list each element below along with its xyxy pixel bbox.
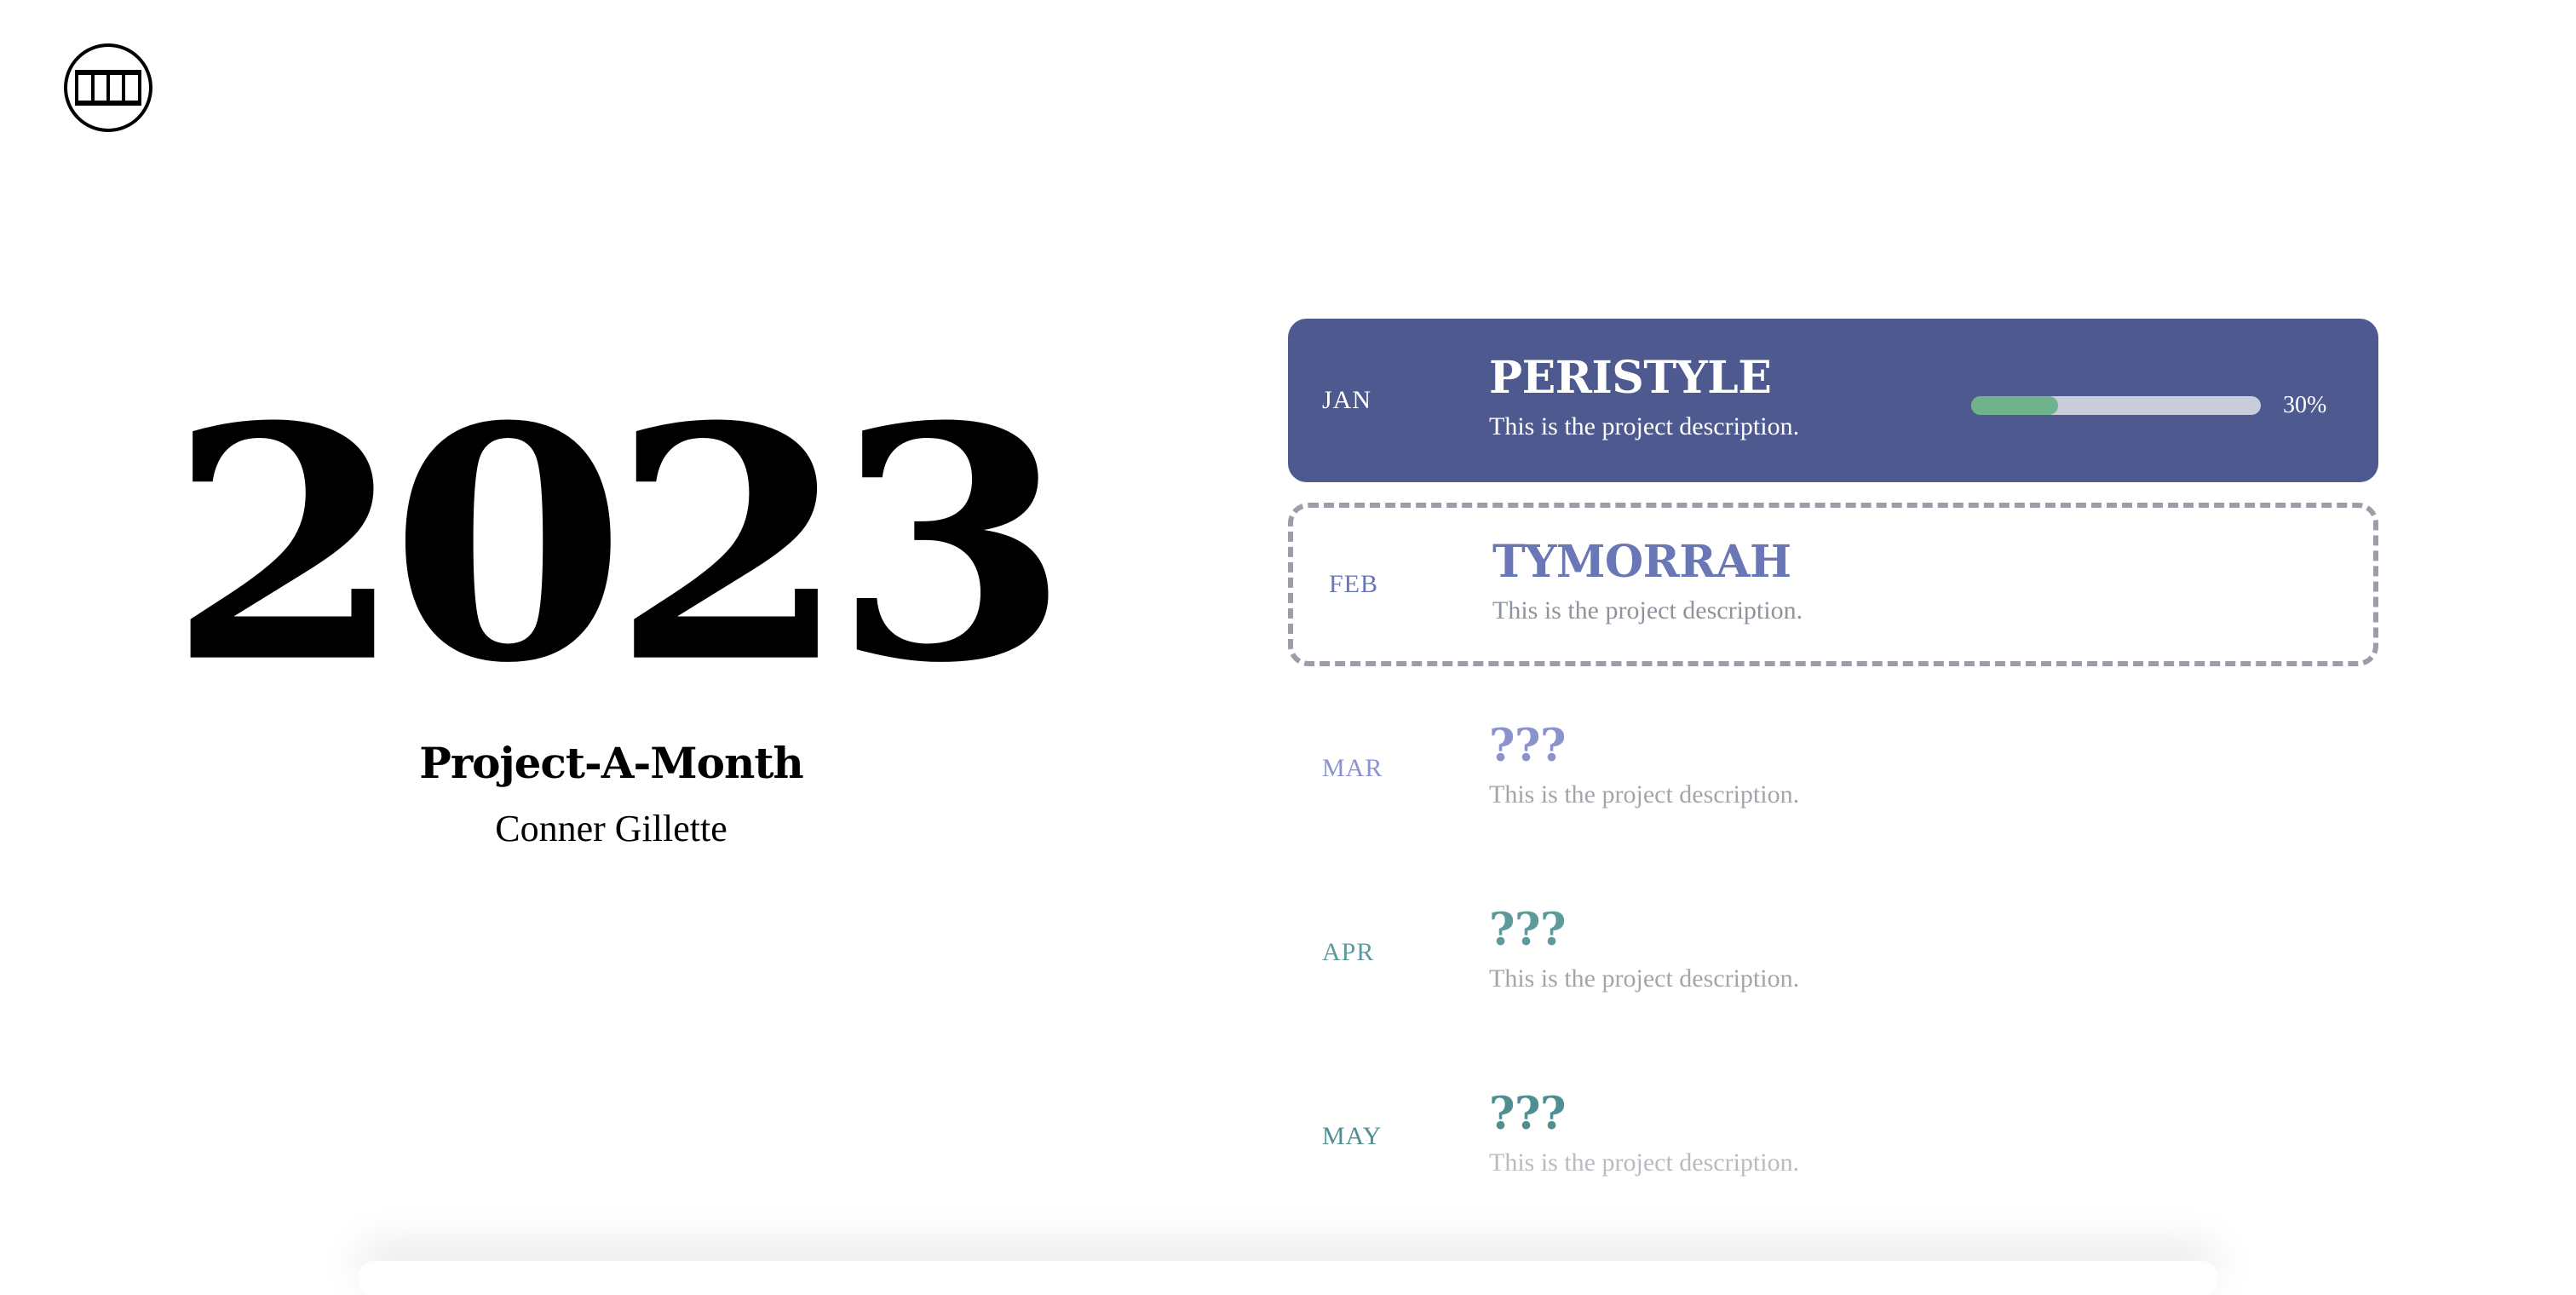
project-description: This is the project description. xyxy=(1489,412,1800,440)
project-description: This is the project description. xyxy=(1492,596,1803,624)
project-description: This is the project description. xyxy=(1489,780,1800,809)
project-info: ??? This is the project description. xyxy=(1489,724,1799,809)
project-info: ??? This is the project description. xyxy=(1489,908,1799,993)
logo[interactable] xyxy=(63,43,153,133)
project-name: PERISTYLE xyxy=(1489,352,1772,404)
hero: 2023 Project-A-Month Conner Gillette xyxy=(136,375,1086,850)
author-name: Conner Gillette xyxy=(495,808,727,849)
year-heading: 2023 xyxy=(167,357,1070,734)
project-info: ??? This is the project description. xyxy=(1489,1092,1799,1177)
progress-fill xyxy=(1971,396,2058,415)
project-month: JAN xyxy=(1322,386,1372,414)
project-month: MAR xyxy=(1322,754,1383,782)
project-card-apr[interactable]: APR ??? This is the project description. xyxy=(1288,871,2378,1034)
project-month: MAY xyxy=(1322,1122,1383,1150)
project-card-mar[interactable]: MAR ??? This is the project description. xyxy=(1288,687,2378,850)
project-name: ??? xyxy=(1489,1088,1566,1140)
project-name: TYMORRAH xyxy=(1492,536,1791,588)
project-info: PERISTYLE This is the project descriptio… xyxy=(1489,356,1799,441)
project-description: This is the project description. xyxy=(1489,964,1800,993)
project-month: FEB xyxy=(1329,570,1379,598)
project-card-feb[interactable]: FEB TYMORRAH This is the project descrip… xyxy=(1288,503,2378,666)
progress-track xyxy=(1971,396,2261,415)
progress-percent: 30% xyxy=(2283,392,2327,418)
project-card-jan[interactable]: JAN PERISTYLE This is the project descri… xyxy=(1288,319,2378,482)
project-card-may[interactable]: MAY ??? This is the project description. xyxy=(1288,1055,2378,1218)
project-progress: 30% xyxy=(1971,392,2326,419)
project-name: ??? xyxy=(1489,904,1566,956)
site-title: Project-A-Month xyxy=(419,738,804,788)
project-month: APR xyxy=(1322,938,1375,966)
footer-shadow xyxy=(358,1261,2218,1295)
project-info: TYMORRAH This is the project description… xyxy=(1492,540,1803,625)
project-description: This is the project description. xyxy=(1489,1148,1800,1177)
peristyle-columns-icon xyxy=(64,43,152,132)
project-name: ??? xyxy=(1489,720,1566,772)
project-list: JAN PERISTYLE This is the project descri… xyxy=(1288,319,2378,1239)
